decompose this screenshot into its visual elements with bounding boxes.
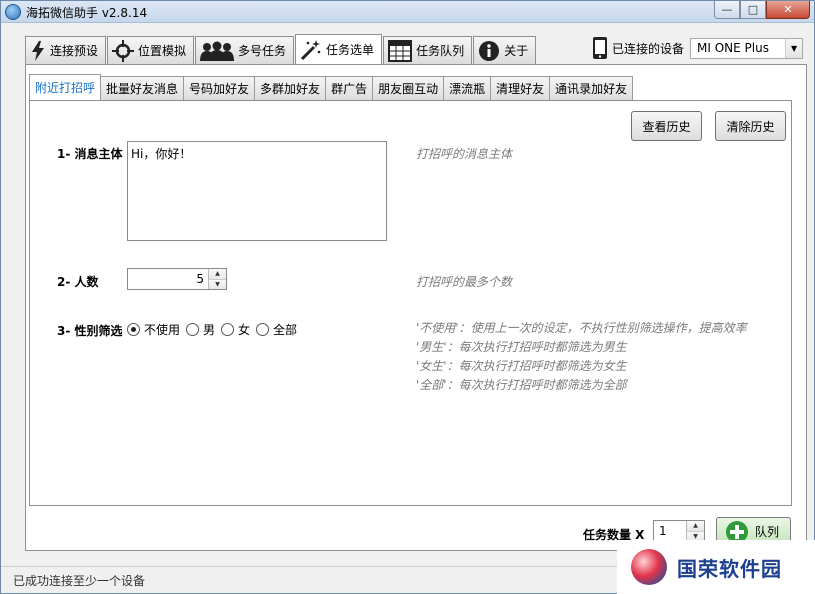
queue-button-label: 队列 [755,525,780,539]
task-count-value: 1 [659,524,667,538]
clear-history-button[interactable]: 清除历史 [715,111,786,141]
radio-label: 不使用 [144,323,181,337]
tab-label: 任务选单 [326,43,375,57]
subtab-batch-friend-msg[interactable]: 批量好友消息 [100,76,185,100]
table-icon [388,39,413,62]
radio-female[interactable]: 女 [221,321,250,338]
globe-logo-icon [631,549,667,585]
radio-circle [256,323,270,336]
message-hint: 打招呼的消息主体 [416,147,513,161]
tab-multi-account[interactable]: 多号任务 [195,36,295,64]
radio-all[interactable]: 全部 [256,321,297,338]
main-panel: 附近打招呼 批量好友消息 号码加好友 多群加好友 群广告 朋友圈互动 漂流瓶 清… [25,64,807,551]
tab-label: 关于 [504,44,529,58]
watermark-text: 国荣软件园 [677,556,782,581]
gender-notes: '不使用'：使用上一次的设定，不执行性别筛选操作，提高效率 '男生'：每次执行打… [416,319,747,395]
subtab-group-ads[interactable]: 群广告 [325,76,374,100]
maximize-button[interactable]: □ [740,1,766,19]
count-hint: 打招呼的最多个数 [416,275,513,289]
magic-wand-icon [300,39,321,60]
tab-location-sim[interactable]: 位置模拟 [107,36,195,64]
sub-tab-bar: 附近打招呼 批量好友消息 号码加好友 多群加好友 群广告 朋友圈互动 漂流瓶 清… [29,74,634,100]
subtab-add-by-number[interactable]: 号码加好友 [183,76,256,100]
task-count-stepper[interactable]: 1 ▲ ▼ [653,520,705,542]
chevron-down-icon[interactable]: ▼ [785,38,803,58]
minimize-button[interactable]: — [714,1,740,19]
app-window: 海拓微信助手 v2.8.14 — □ ✕ 连接预设 位置模拟 多号任务 任务选单… [0,0,815,594]
info-icon [479,40,500,61]
decrement-arrow-icon[interactable]: ▼ [209,279,226,289]
message-label: 1- 消息主体 [57,147,123,161]
tab-label: 位置模拟 [138,44,187,58]
gender-note-line: '女生'：每次执行打招呼时都筛选为女生 [416,359,627,373]
count-stepper[interactable]: 5 ▲ ▼ [127,268,227,290]
radio-not-use[interactable]: 不使用 [127,321,180,338]
subtab-contacts-add[interactable]: 通讯录加好友 [549,76,634,100]
gender-note-line: '男生'：每次执行打招呼时都筛选为男生 [416,340,627,354]
tab-task-menu[interactable]: 任务选单 [295,34,383,64]
title-bar: 海拓微信助手 v2.8.14 — □ ✕ [1,1,814,23]
subtab-drift-bottle[interactable]: 漂流瓶 [443,76,492,100]
radio-label: 全部 [273,323,298,337]
device-label: 已连接的设备 [612,41,685,56]
radio-circle [127,323,140,336]
tab-connect-preset[interactable]: 连接预设 [25,36,107,64]
device-selected-value: MI ONE Plus [697,40,769,55]
status-text: 已成功连接至少一个设备 [13,574,146,588]
gender-note-line: '不使用'：使用上一次的设定，不执行性别筛选操作，提高效率 [416,321,747,335]
stepper-arrows: ▲ ▼ [208,269,226,289]
radio-label: 女 [238,323,251,337]
device-selector-group: 已连接的设备 MI ONE Plus ▼ [592,36,804,60]
radio-label: 男 [203,323,216,337]
gender-note-line: '全部'：每次执行打招呼时都筛选为全部 [416,378,627,392]
tab-task-queue[interactable]: 任务队列 [383,36,473,64]
subtab-nearby-greet[interactable]: 附近打招呼 [29,74,102,100]
stepper-arrows: ▲ ▼ [686,521,704,541]
count-label: 2- 人数 [57,275,99,289]
tab-about[interactable]: 关于 [473,36,537,64]
subtab-multi-group-add[interactable]: 多群加好友 [254,76,327,100]
radio-male[interactable]: 男 [186,321,215,338]
app-logo-icon [5,4,21,20]
close-button[interactable]: ✕ [766,1,810,19]
radio-circle [186,323,200,336]
watermark: 国荣软件园 [617,540,815,594]
lightning-icon [32,40,44,61]
tab-label: 多号任务 [238,44,287,58]
message-textarea[interactable]: Hi，你好！ [127,141,387,241]
gender-label: 3- 性别筛选 [57,324,123,338]
count-value: 5 [196,272,204,286]
window-controls: — □ ✕ [714,1,810,19]
increment-arrow-icon[interactable]: ▲ [687,521,704,532]
task-settings-panel: 查看历史 清除历史 1- 消息主体 Hi，你好！ 打招呼的消息主体 2- 人数 … [29,100,792,506]
main-tab-bar: 连接预设 位置模拟 多号任务 任务选单 任务队列 关于 [25,34,537,64]
radio-circle [221,323,235,336]
increment-arrow-icon[interactable]: ▲ [209,269,226,280]
phone-icon [593,37,607,59]
tab-label: 任务队列 [416,44,465,58]
window-title: 海拓微信助手 v2.8.14 [26,6,148,20]
view-history-button[interactable]: 查看历史 [631,111,702,141]
subtab-clean-friends[interactable]: 清理好友 [490,76,551,100]
tab-label: 连接预设 [50,44,99,58]
crosshair-icon [112,39,135,62]
device-dropdown[interactable]: MI ONE Plus ▼ [690,37,804,59]
gender-radio-group: 不使用 男 女 全部 [127,321,303,338]
subtab-moments-interact[interactable]: 朋友圈互动 [372,76,445,100]
users-icon [200,41,235,61]
